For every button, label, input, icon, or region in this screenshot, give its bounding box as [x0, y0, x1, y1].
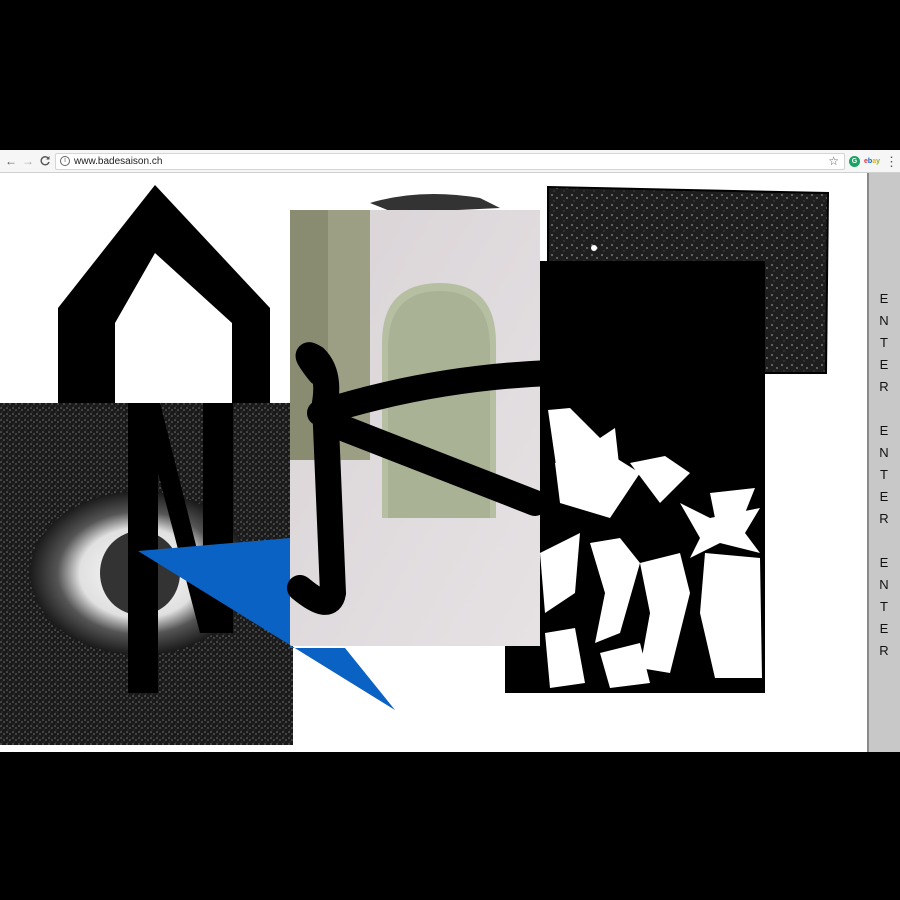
house-shape — [58, 185, 270, 413]
enter-letter: E — [879, 555, 889, 570]
enter-letter: R — [879, 511, 889, 526]
enter-letter: T — [880, 335, 888, 350]
enter-letter: N — [879, 577, 889, 592]
bookmark-star-icon[interactable]: ☆ — [828, 154, 839, 169]
enter-letter: R — [879, 643, 889, 658]
ebay-extension-icon[interactable]: ebay — [864, 156, 880, 167]
reload-glyph — [40, 156, 50, 166]
enter-letter: N — [879, 445, 889, 460]
enter-link-2[interactable]: ENTER — [877, 423, 891, 533]
browser-toolbar: ← → i www.badesaison.ch ☆ G ebay ⋮ — [0, 150, 900, 173]
enter-letter: E — [879, 423, 889, 438]
browser-window: ← → i www.badesaison.ch ☆ G ebay ⋮ E N T… — [0, 150, 900, 752]
enter-letter: E — [879, 489, 889, 504]
reload-icon[interactable] — [37, 153, 53, 169]
enter-letter: T — [880, 467, 888, 482]
enter-letter: E — [879, 291, 889, 306]
collage-artwork — [0, 185, 830, 745]
url-text[interactable]: www.badesaison.ch — [74, 155, 162, 169]
enter-letter: N — [879, 313, 889, 328]
enter-letter: E — [879, 621, 889, 636]
address-bar[interactable]: i www.badesaison.ch ☆ — [55, 153, 845, 170]
info-icon[interactable]: i — [60, 156, 70, 166]
ebay-letter: y — [876, 158, 880, 165]
enter-letter: E — [879, 357, 889, 372]
enter-letter: R — [879, 379, 889, 394]
enter-sidebar: ENTER ENTER ENTER — [867, 173, 900, 752]
grammarly-extension-icon[interactable]: G — [849, 156, 860, 167]
forward-arrow-icon[interactable]: → — [20, 153, 36, 169]
enter-letter: T — [880, 599, 888, 614]
browser-menu-icon[interactable]: ⋮ — [885, 154, 898, 169]
back-arrow-icon[interactable]: ← — [3, 153, 19, 169]
enter-link-1[interactable]: ENTER — [877, 291, 891, 401]
enter-link-3[interactable]: ENTER — [877, 555, 891, 665]
page-viewport: ENTER ENTER ENTER — [0, 173, 900, 752]
